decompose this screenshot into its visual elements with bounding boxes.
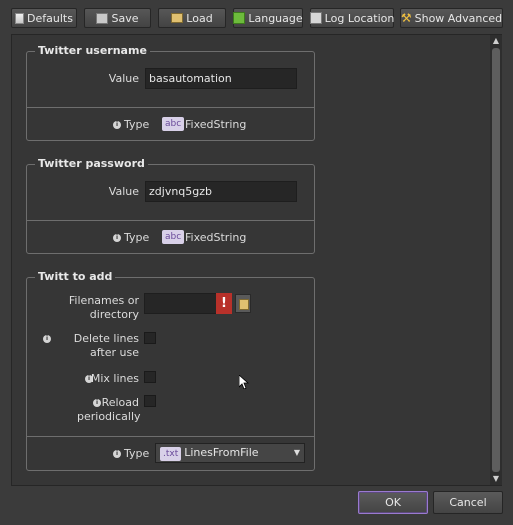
scroll-down-arrow-icon[interactable]: ▼ — [490, 473, 502, 485]
info-icon: i — [43, 335, 51, 343]
scroll-thumb[interactable] — [492, 48, 500, 472]
folder-icon — [171, 13, 184, 23]
info-icon: i — [113, 121, 121, 129]
document-icon — [15, 12, 25, 24]
divider — [27, 436, 314, 437]
log-location-button[interactable]: Log Location — [309, 8, 395, 28]
save-icon — [96, 12, 109, 24]
log-icon — [309, 12, 322, 24]
group-title: Twitter username — [35, 44, 150, 57]
type-value: LinesFromFile — [184, 446, 259, 459]
password-field[interactable]: zdjvnq5gzb — [145, 181, 297, 202]
twitt-to-add-group: Twitt to add Filenames or directory ! i … — [26, 270, 315, 471]
type-select[interactable]: .txt LinesFromFile ▼ — [155, 443, 305, 463]
load-label: Load — [186, 11, 213, 25]
show-advanced-button[interactable]: ⚒ Show Advanced — [400, 8, 503, 28]
type-value: FixedString — [185, 231, 247, 244]
toolbar: Defaults Save Load Language Log Location… — [0, 0, 513, 34]
delete-lines-label: Delete lines after use — [73, 332, 139, 359]
divider — [27, 220, 314, 221]
language-label: Language — [248, 11, 303, 25]
type-badge: .txt — [160, 447, 182, 461]
vertical-scrollbar[interactable]: ▲ ▼ — [490, 35, 502, 485]
browse-folder-icon[interactable] — [235, 294, 251, 313]
language-icon — [233, 12, 246, 24]
mix-lines-label: Mix lines — [90, 372, 139, 385]
cancel-button[interactable]: Cancel — [433, 491, 503, 514]
save-button[interactable]: Save — [84, 8, 151, 28]
error-icon: ! — [216, 293, 232, 314]
defaults-label: Defaults — [27, 11, 73, 25]
defaults-button[interactable]: Defaults — [11, 8, 77, 28]
log-location-label: Log Location — [324, 11, 395, 25]
filenames-label: Filenames or directory — [68, 294, 139, 321]
reload-label: Reload periodically — [77, 396, 141, 423]
reload-checkbox[interactable] — [144, 395, 156, 407]
show-advanced-label: Show Advanced — [414, 11, 503, 25]
language-button[interactable]: Language — [233, 8, 303, 28]
mouse-cursor-icon — [239, 375, 249, 389]
chevron-down-icon: ▼ — [293, 448, 300, 457]
ok-button[interactable]: OK — [358, 491, 428, 514]
type-label: Type — [124, 231, 150, 244]
divider — [27, 107, 314, 108]
scroll-up-arrow-icon[interactable]: ▲ — [490, 35, 502, 47]
type-badge: abc — [162, 230, 185, 244]
delete-lines-checkbox[interactable] — [144, 332, 156, 344]
info-icon: i — [113, 234, 121, 242]
group-title: Twitt to add — [35, 270, 116, 283]
type-badge: abc — [162, 117, 185, 131]
value-label: Value — [108, 72, 139, 85]
type-value: FixedString — [185, 118, 247, 131]
value-label: Value — [108, 185, 139, 198]
wrench-icon: ⚒ — [400, 11, 412, 25]
mix-lines-checkbox[interactable] — [144, 371, 156, 383]
username-field[interactable]: basautomation — [145, 68, 297, 89]
save-label: Save — [111, 11, 139, 25]
twitter-username-group: Twitter username Value basautomation i T… — [26, 44, 315, 141]
filenames-field[interactable] — [144, 293, 217, 314]
load-button[interactable]: Load — [158, 8, 226, 28]
twitter-password-group: Twitter password Value zdjvnq5gzb i Type… — [26, 157, 315, 254]
type-label: Type — [124, 118, 150, 131]
type-label: Type — [124, 447, 150, 460]
info-icon: i — [113, 450, 121, 458]
group-title: Twitter password — [35, 157, 148, 170]
